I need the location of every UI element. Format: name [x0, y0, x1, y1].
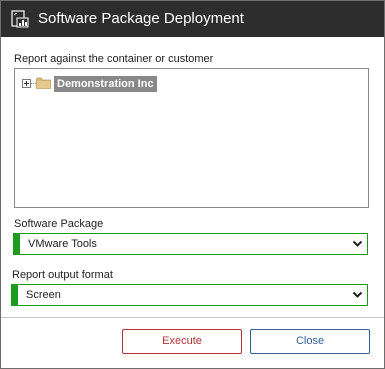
plus-expander-icon[interactable]	[22, 79, 31, 88]
chevron-down-icon	[352, 240, 363, 247]
container-tree[interactable]: Demonstration Inc	[14, 68, 369, 208]
footer-divider	[1, 317, 384, 318]
dialog-titlebar: Software Package Deployment	[1, 1, 384, 37]
execute-button[interactable]: Execute	[122, 329, 242, 354]
scope-label: Report against the container or customer	[14, 53, 214, 65]
output-format-label: Report output format	[12, 269, 113, 281]
output-format-value: Screen	[26, 289, 61, 301]
tree-node-demonstration-inc[interactable]: Demonstration Inc	[54, 76, 157, 92]
software-package-deployment-dialog: Software Package Deployment Report again…	[0, 0, 385, 369]
report-chart-icon	[11, 10, 29, 28]
software-package-value: VMware Tools	[28, 238, 97, 250]
dialog-title: Software Package Deployment	[38, 10, 244, 27]
folder-icon	[36, 77, 51, 89]
software-package-label: Software Package	[14, 218, 104, 230]
close-button[interactable]: Close	[250, 329, 370, 354]
chevron-down-icon	[352, 291, 363, 298]
output-format-select[interactable]: Screen	[11, 284, 368, 306]
software-package-select[interactable]: VMware Tools	[13, 233, 368, 255]
